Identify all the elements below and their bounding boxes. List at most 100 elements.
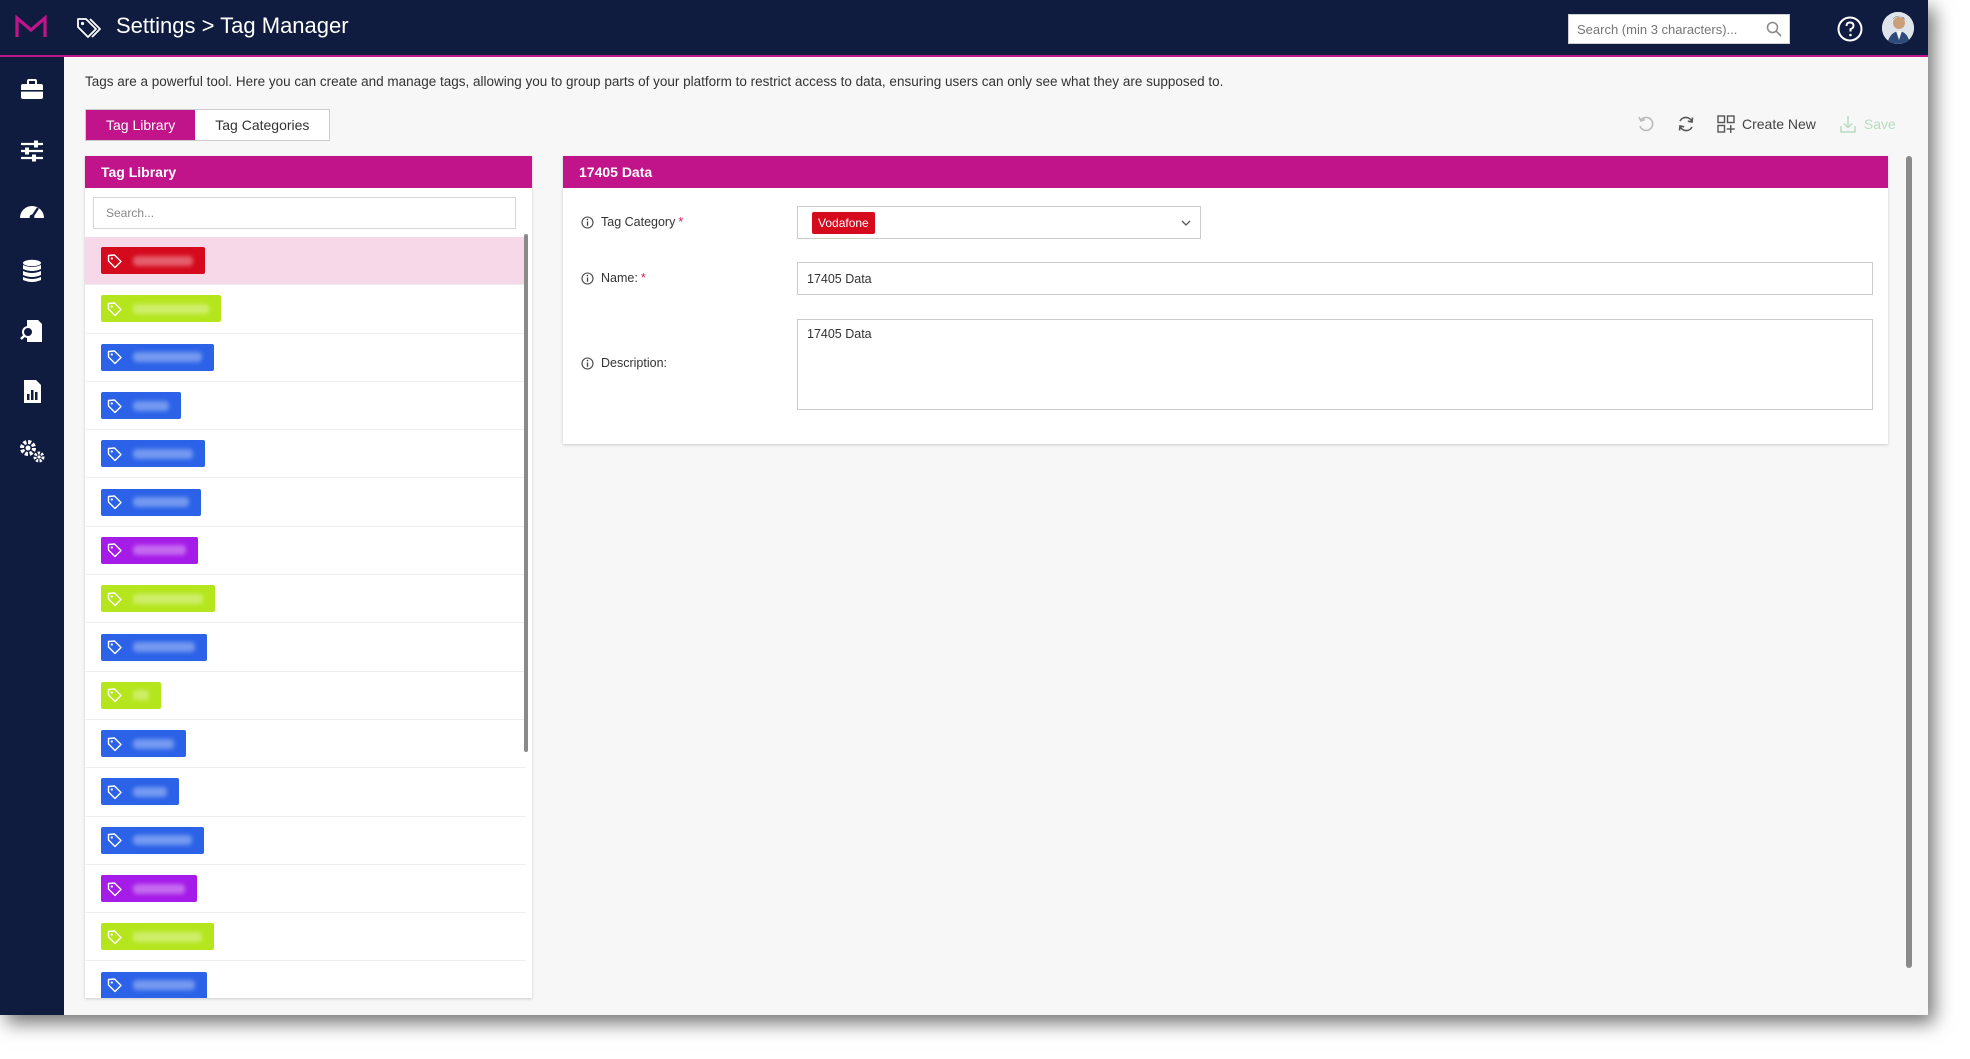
tag-list-item[interactable]	[85, 237, 525, 286]
tag-name-obscured	[133, 352, 202, 363]
tag-list-item[interactable]	[85, 865, 525, 914]
tag-list-item[interactable]	[85, 768, 525, 817]
category-badge: Vodafone	[812, 211, 875, 234]
report-chart-icon[interactable]	[18, 378, 46, 404]
tag-icon	[107, 302, 122, 317]
tag-list-item[interactable]	[85, 382, 525, 431]
tag-list-item[interactable]	[85, 334, 525, 382]
tag-list-scrollbar[interactable]	[524, 234, 528, 752]
sliders-icon[interactable]	[18, 138, 46, 164]
tag-category-select[interactable]: Vodafone	[797, 206, 1201, 239]
tag-chip	[101, 585, 215, 613]
tag-chip	[101, 247, 205, 275]
info-icon	[581, 271, 594, 285]
chevron-down-icon[interactable]	[1180, 217, 1192, 229]
tag-icon	[107, 495, 122, 510]
required-marker: *	[640, 271, 646, 285]
tag-chip	[101, 295, 221, 323]
tag-chip	[101, 923, 214, 951]
tag-name-obscured	[133, 400, 169, 411]
tag-name-obscured	[133, 255, 193, 266]
create-new-button[interactable]: Create New	[1716, 114, 1816, 134]
tag-list-item[interactable]	[85, 478, 525, 527]
tag-list-item[interactable]	[85, 575, 525, 624]
save-label: Save	[1863, 116, 1896, 132]
grid-plus-icon	[1717, 115, 1735, 133]
document-search-icon[interactable]	[18, 318, 46, 344]
refresh-icon[interactable]	[1676, 114, 1696, 134]
help-icon[interactable]	[1836, 15, 1864, 43]
tag-list-item[interactable]	[85, 817, 525, 865]
top-bar: Settings > Tag Manager	[0, 0, 1928, 57]
name-label: Name: *	[581, 271, 646, 285]
tag-name-obscured	[133, 545, 186, 556]
description-label: Description:	[581, 356, 667, 370]
app-window: Settings > Tag Manager Search (min 3 cha…	[0, 0, 1928, 1015]
briefcase-icon[interactable]	[18, 77, 46, 103]
tag-icon	[107, 640, 122, 655]
tag-list-item[interactable]	[85, 720, 525, 769]
database-icon[interactable]	[18, 258, 46, 284]
tag-icon	[107, 592, 122, 606]
info-icon	[581, 356, 594, 370]
tag-detail-panel: 17405 Data Tag Category * Vodafone Name: *…	[563, 156, 1888, 444]
tag-list-item[interactable]	[85, 961, 525, 998]
tag-icon	[107, 736, 122, 751]
tag-icon	[107, 253, 122, 268]
save-button[interactable]: Save	[1838, 114, 1896, 134]
tag-chip	[101, 392, 181, 420]
name-field[interactable]: 17405 Data	[797, 262, 1873, 295]
name-label-text: Name:	[601, 271, 638, 285]
tag-list-item[interactable]	[85, 623, 525, 672]
tag-chip	[101, 778, 179, 806]
tag-name-obscured	[133, 303, 209, 314]
tab-tag-library[interactable]: Tag Library	[86, 110, 196, 140]
tag-chip	[101, 488, 201, 516]
tag-search-input[interactable]: Search...	[93, 197, 516, 229]
tag-chip	[101, 440, 205, 468]
info-icon	[581, 215, 594, 229]
sidebar-nav	[0, 57, 64, 1015]
tag-icon	[107, 543, 122, 558]
global-search[interactable]	[1568, 14, 1790, 44]
tag-icon	[107, 930, 122, 944]
tag-chip	[101, 730, 186, 758]
description-field[interactable]: 17405 Data	[797, 319, 1873, 410]
tag-name-obscured	[133, 497, 189, 508]
tag-list-item[interactable]	[85, 913, 525, 962]
tag-library-panel: Tag Library Search...	[85, 156, 532, 998]
tab-tag-categories[interactable]: Tag Categories	[195, 110, 329, 140]
tag-name-obscured	[133, 738, 174, 749]
user-avatar[interactable]	[1882, 12, 1914, 44]
page-title: Settings > Tag Manager	[116, 13, 349, 38]
tag-category-label: Tag Category *	[581, 215, 683, 229]
dashboard-gauge-icon[interactable]	[18, 198, 46, 224]
tag-icon	[107, 978, 122, 993]
tag-library-header: Tag Library	[85, 156, 532, 188]
tag-name-obscured	[133, 642, 195, 653]
tag-name-obscured	[133, 593, 203, 604]
save-download-icon	[1840, 116, 1856, 133]
intro-text: Tags are a powerful tool. Here you can c…	[85, 74, 1224, 89]
undo-icon[interactable]	[1636, 114, 1656, 134]
tag-icon	[107, 398, 122, 413]
tag-detail-header: 17405 Data	[563, 156, 1888, 188]
tag-chip	[101, 681, 161, 709]
main-scrollbar[interactable]	[1906, 156, 1912, 968]
tag-chip	[101, 343, 214, 371]
gears-icon[interactable]	[18, 438, 46, 464]
tag-list	[85, 237, 525, 998]
brand-logo-icon[interactable]	[14, 14, 48, 40]
global-search-input[interactable]	[1577, 21, 1762, 37]
tag-chip	[101, 633, 207, 661]
create-new-label: Create New	[1742, 116, 1816, 132]
tag-list-item[interactable]	[85, 527, 525, 576]
search-icon[interactable]	[1766, 21, 1782, 37]
tag-chip	[101, 971, 207, 998]
tag-list-item[interactable]	[85, 430, 525, 479]
tag-list-item[interactable]	[85, 672, 525, 720]
tag-icon	[107, 881, 122, 896]
tag-name-obscured	[133, 931, 202, 942]
tag-list-item[interactable]	[85, 285, 525, 334]
tag-icon	[107, 688, 122, 703]
